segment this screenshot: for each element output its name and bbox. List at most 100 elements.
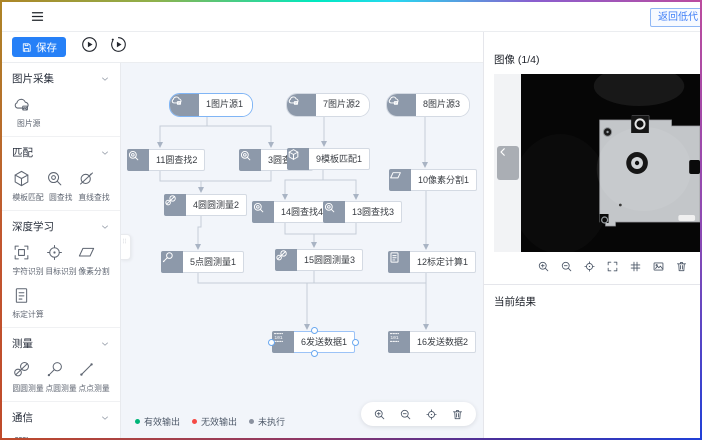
circle-find-icon (45, 169, 78, 188)
image-carousel (494, 74, 700, 252)
canvas-zoom-out-button[interactable] (399, 408, 412, 421)
section-header-4[interactable]: 通信 (12, 410, 110, 425)
tool-item[interactable]: 点点测量 (77, 360, 110, 394)
legend-dot (249, 419, 254, 424)
play-circle-icon (80, 35, 99, 54)
back-to-lowcode-button[interactable]: 返回低代 (650, 8, 702, 27)
preview-title: 图像 (1/4) (494, 52, 540, 67)
tool-item[interactable]: 圆查找 (45, 169, 78, 203)
sidebar-collapse-handle[interactable] (121, 234, 131, 260)
tool-item[interactable]: 模板匹配 (12, 169, 45, 203)
toolbar: 保存 (2, 32, 483, 63)
carousel-prev-button[interactable] (497, 146, 519, 180)
tool-item[interactable]: 目标识别 (45, 243, 78, 277)
node-label: 5点圆测量1 (183, 251, 244, 273)
zoom-in-icon (373, 408, 386, 421)
tool-item-label: 标定计算 (13, 308, 44, 319)
legend-item: 有效输出 (135, 415, 180, 428)
preview-trash-button[interactable] (675, 260, 688, 273)
tool-item[interactable]: 点圆测量 (45, 360, 78, 394)
preview-image-compare-button[interactable] (652, 260, 665, 273)
node-label: 11圆查找2 (149, 149, 205, 171)
node-1[interactable]: 1图片源1 (169, 93, 253, 117)
locate-icon (583, 260, 596, 273)
node-13[interactable]: 13圆查找3 (323, 201, 402, 223)
app-window: 返回低代 保存 图片采集图片源匹配模板匹配圆查找直线查找深度学习字符识别目标识别… (0, 0, 702, 440)
current-result-title: 当前结果 (494, 294, 536, 309)
tool-item[interactable]: 圆圆测量 (12, 360, 45, 394)
section-header-0[interactable]: 图片采集 (12, 71, 110, 86)
node-5[interactable]: 5点圆测量1 (161, 251, 244, 273)
node-7[interactable]: 7图片源2 (286, 93, 370, 117)
section-header-2[interactable]: 深度学习 (12, 219, 110, 234)
section-title: 通信 (12, 410, 33, 425)
trash-icon (451, 408, 464, 421)
panel-divider (484, 284, 700, 285)
save-button[interactable]: 保存 (12, 37, 66, 57)
point-circle-measure-icon (45, 360, 78, 379)
section-header-3[interactable]: 测量 (12, 336, 110, 351)
chevron-down-icon (100, 413, 110, 423)
node-label: 10像素分割1 (411, 169, 477, 191)
node-label: 12标定计算1 (410, 251, 476, 273)
tool-item[interactable]: 直线查找 (77, 169, 110, 203)
canvas-locate-button[interactable] (425, 408, 438, 421)
node-9[interactable]: 9模板匹配1 (287, 148, 370, 170)
node-handle-right[interactable] (352, 339, 359, 346)
run-button[interactable] (80, 35, 99, 54)
zoom-out-icon (560, 260, 573, 273)
node-14[interactable]: 14圆查找4 (252, 201, 331, 223)
chevron-down-icon (100, 222, 110, 232)
preview-grid-button[interactable] (629, 260, 642, 273)
tool-item[interactable]: 101 (12, 434, 45, 438)
fullscreen-icon (606, 260, 619, 273)
node-16[interactable]: 10116发送数据2 (388, 331, 476, 353)
section-header-1[interactable]: 匹配 (12, 145, 110, 160)
node-handle-top[interactable] (311, 327, 318, 334)
legend-item: 未执行 (249, 415, 285, 428)
run-once-button[interactable] (109, 35, 128, 54)
preview-zoom-out-button[interactable] (560, 260, 573, 273)
section-title: 深度学习 (12, 219, 54, 234)
camera-image (521, 74, 700, 252)
node-11[interactable]: 11圆查找2 (127, 149, 205, 171)
hamburger-icon[interactable] (30, 9, 45, 24)
canvas-zoom-in-button[interactable] (373, 408, 386, 421)
cloud-image-icon (387, 94, 416, 116)
canvas-trash-button[interactable] (451, 408, 464, 421)
tool-item-label: 目标识别 (45, 265, 76, 276)
tool-item[interactable]: 字符识别 (12, 243, 45, 277)
tool-item[interactable]: 像素分割 (77, 243, 110, 277)
cube-icon (12, 169, 45, 188)
preview-locate-button[interactable] (583, 260, 596, 273)
point-circle-measure-icon (161, 251, 183, 273)
node-10[interactable]: 10像素分割1 (389, 169, 477, 191)
target-icon (45, 243, 78, 262)
sidebar-section: 通信 101 (2, 402, 120, 438)
preview-zoom-in-button[interactable] (537, 260, 550, 273)
flow-canvas[interactable]: 有效输出无效输出未执行 1图片源17图片源28图片源311圆查找23圆查找19模… (121, 63, 483, 438)
node-label: 13圆查找3 (345, 201, 402, 223)
save-icon (21, 42, 32, 53)
node-handle-bottom[interactable] (311, 350, 318, 357)
tool-item-label: 模板匹配 (13, 191, 44, 202)
node-8[interactable]: 8图片源3 (386, 93, 470, 117)
node-handle-left[interactable] (268, 339, 275, 346)
zoom-in-icon (537, 260, 550, 273)
cloud-image-icon (12, 95, 45, 114)
preview-fullscreen-button[interactable] (606, 260, 619, 273)
node-6[interactable]: 1016发送数据1 (272, 331, 355, 353)
tool-item-label: 直线查找 (78, 191, 109, 202)
carousel-nav-strip (494, 74, 521, 252)
node-15[interactable]: 15圆圆测量3 (275, 249, 363, 271)
node-12[interactable]: 12标定计算1 (388, 251, 476, 273)
calc-doc-icon (388, 251, 410, 273)
node-4[interactable]: 4圆圆测量2 (164, 194, 247, 216)
section-title: 匹配 (12, 145, 33, 160)
section-items: 图片源 (12, 95, 110, 129)
tool-item[interactable]: 标定计算 (12, 286, 45, 320)
legend-item: 无效输出 (192, 415, 237, 428)
cloud-image-icon (287, 94, 316, 116)
tool-item[interactable]: 图片源 (12, 95, 45, 129)
tool-item-label: 字符识别 (13, 265, 44, 276)
